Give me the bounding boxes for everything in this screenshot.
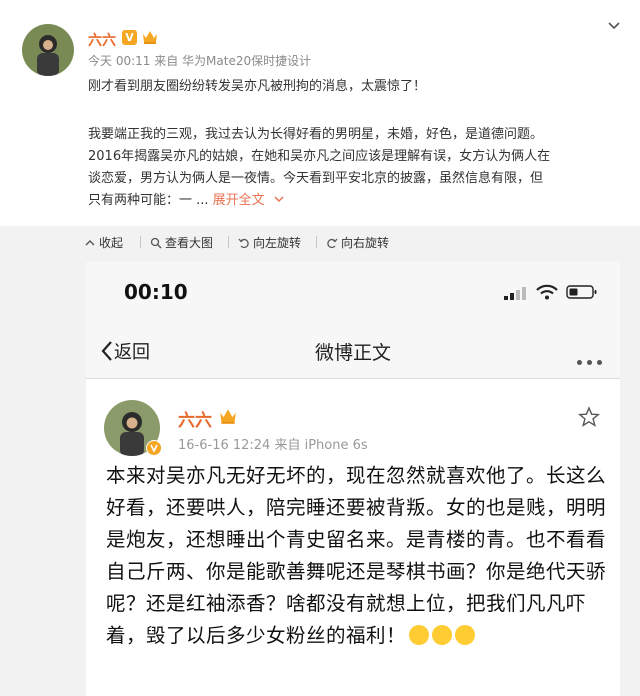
post-text-content: 本来对吴亦凡无好无坏的，现在忽然就喜欢他了。长这么好看，还要哄人，陪完睡还要被背… (106, 464, 607, 647)
page-title: 微博正文 (314, 342, 391, 364)
collapse-icon (85, 240, 95, 246)
divider (316, 236, 317, 248)
star-icon[interactable] (578, 406, 600, 428)
post-body-line-last: 只有两种可能：一 ... 展开全文 (88, 190, 628, 212)
post-text: 本来对吴亦凡无好无坏的，现在忽然就喜欢他了。长这么好看，还要哄人，陪完睡还要被背… (106, 460, 606, 652)
chevron-down-icon (274, 196, 284, 203)
battery-icon (566, 285, 597, 299)
nav-bar: 返回 微博正文 (86, 322, 620, 379)
divider (140, 236, 141, 248)
post-body-line: 2016年揭露吴亦凡的姑娘，在她和吴亦凡之间应该是理解有误，女方认为俩人在 (88, 149, 551, 164)
post-body-line: 我要端正我的三观，我过去认为长得好看的男明星，未婚，好色，是道德问题。 (88, 127, 544, 142)
post-first-line: 刚才看到朋友圈纷纷转发吴亦凡被刑拘的消息，太震惊了！ (88, 79, 427, 94)
expand-full-text-link[interactable]: 展开全文 (213, 193, 285, 208)
magnifier-icon (150, 237, 162, 249)
crown-icon (220, 409, 236, 424)
rotate-left-icon (238, 238, 249, 249)
rotate-right-icon (327, 238, 338, 249)
rotate-right-label: 向右旋转 (341, 236, 390, 250)
verified-badge-icon: V (122, 30, 137, 45)
avatar[interactable] (22, 24, 74, 76)
weibo-post-card: 六六 V 今天 00:11 来自 华为Mate20保时捷设计 刚才看到朋友圈纷纷… (0, 0, 640, 226)
collapse-button[interactable]: 收起 (84, 234, 123, 251)
image-toolbar: 收起 查看大图 向左旋转 向右旋转 (0, 226, 640, 260)
rotate-left-label: 向左旋转 (253, 236, 302, 250)
verified-badge-icon (146, 440, 162, 456)
status-time: 00:10 (124, 280, 188, 304)
laughing-emoji-icon (409, 625, 430, 645)
chevron-down-icon[interactable] (606, 18, 622, 34)
wifi-icon (536, 284, 558, 300)
rotate-right-button[interactable]: 向右旋转 (326, 234, 389, 251)
laughing-emoji-icon (432, 625, 453, 645)
view-large-button[interactable]: 查看大图 (150, 234, 213, 251)
post-meta: 今天 00:11 来自 华为Mate20保时捷设计 (88, 54, 312, 68)
status-bar: 00:10 (86, 262, 620, 322)
post-author[interactable]: 六六 (178, 406, 212, 431)
expand-label: 展开全文 (212, 193, 265, 208)
crown-icon (143, 31, 157, 44)
post-body: 我要端正我的三观，我过去认为长得好看的男明星，未婚，好色，是道德问题。 2016… (88, 124, 628, 212)
signal-icon (504, 287, 526, 300)
more-options-icon[interactable] (572, 350, 602, 369)
post-meta: 16-6-16 12:24 来自 iPhone 6s (178, 438, 368, 453)
post-body-line: 只有两种可能：一 ... (88, 193, 209, 208)
laughing-emoji-icon (455, 625, 476, 645)
view-large-label: 查看大图 (165, 236, 214, 250)
divider (228, 236, 229, 248)
post-author[interactable]: 六六 (88, 30, 116, 50)
phone-screenshot: 00:10 返回 微博正文 六六 16-6-16 12:24 来自 iPhone… (86, 262, 620, 696)
collapse-label: 收起 (99, 236, 124, 250)
post-body-line: 谈恋爱，男方认为俩人是一夜情。今天看到平安北京的披露，虽然信息有限，但 (88, 171, 544, 186)
rotate-left-button[interactable]: 向左旋转 (238, 234, 301, 251)
